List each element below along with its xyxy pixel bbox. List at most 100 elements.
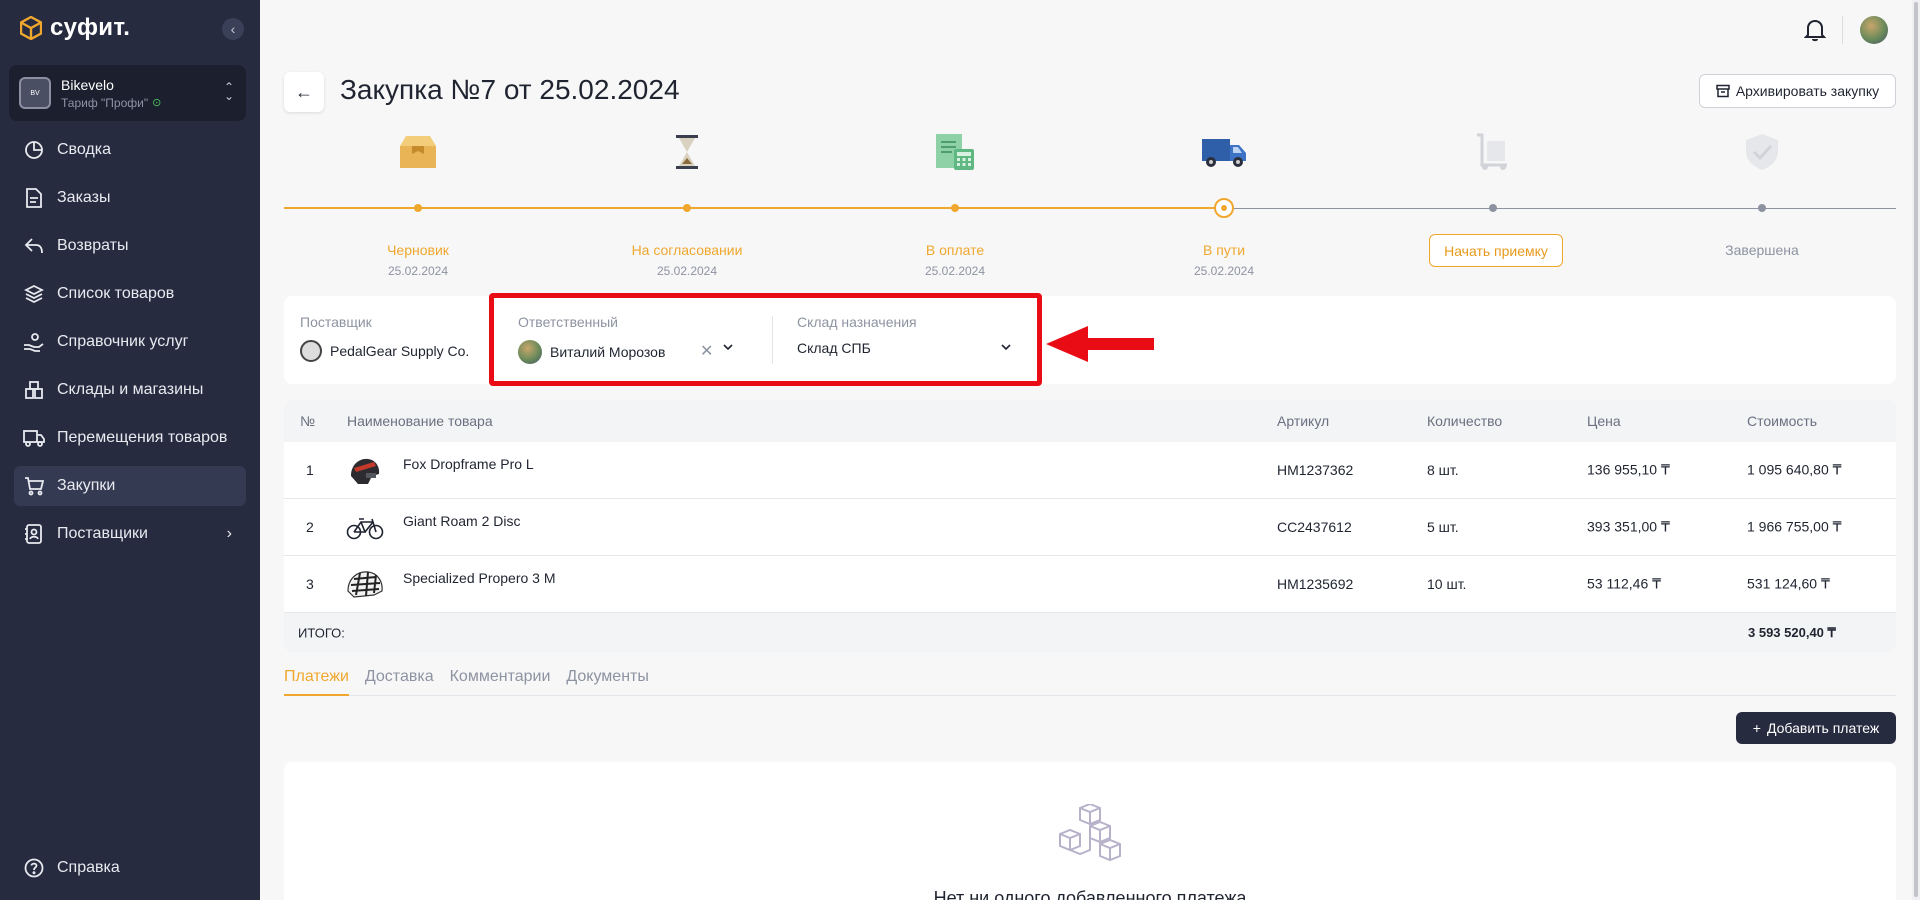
detail-tabs: Платежи Доставка Комментарии Документы: [284, 668, 1896, 696]
scrollbar-thumb[interactable]: [1914, 2, 1918, 897]
status-step-payment: В оплате 25.02.2024: [855, 130, 1055, 278]
sidebar-item-purchases[interactable]: Закупки: [14, 466, 246, 506]
delivery-truck-icon: [1124, 130, 1324, 174]
company-plan: Тариф "Профи": [61, 95, 149, 110]
status-date: 25.02.2024: [1193, 264, 1255, 278]
sidebar-item-orders[interactable]: Заказы: [14, 178, 246, 218]
cardboard-box-icon: [318, 130, 518, 174]
collapse-sidebar-button[interactable]: ‹: [222, 18, 244, 40]
sidebar-item-suppliers[interactable]: Поставщики ›: [14, 514, 246, 554]
contacts-icon: [23, 523, 45, 545]
company-switcher[interactable]: BV Bikevelo Тариф "Профи" ⊙ ⌃ ⌄: [9, 65, 246, 121]
product-thumbnail: [346, 568, 384, 602]
check-circle-icon: ⊙: [152, 97, 162, 109]
archive-button[interactable]: Архивировать закупку: [1699, 74, 1896, 108]
column-header: Стоимость: [1747, 413, 1818, 429]
company-name: Bikevelo: [61, 76, 114, 93]
sidebar-item-summary[interactable]: Сводка: [14, 130, 246, 170]
empty-state-text: Нет ни одного добавленного платежа: [933, 888, 1247, 900]
status-date: 25.02.2024: [656, 264, 718, 278]
product-name[interactable]: Fox Dropframe Pro L: [403, 456, 534, 472]
status-label: В пути: [1202, 242, 1246, 258]
chevron-updown-icon: ⌃ ⌄: [223, 80, 234, 103]
hand-trolley-icon: [1393, 130, 1593, 174]
chevron-right-icon: ›: [226, 525, 232, 542]
product-sku: HM1237362: [1277, 462, 1354, 478]
supplier-value[interactable]: PedalGear Supply Co.: [330, 343, 469, 359]
status-date: 25.02.2024: [924, 264, 986, 278]
column-header: Цена: [1587, 413, 1621, 429]
question-circle-icon: [23, 857, 45, 879]
user-avatar[interactable]: [1860, 16, 1888, 44]
hourglass-icon: [587, 130, 787, 174]
status-label: Завершена: [1725, 242, 1799, 258]
step-dot: [951, 204, 959, 212]
warehouse-icon: [23, 379, 45, 401]
archive-icon: [1716, 84, 1730, 98]
company-logo: BV: [19, 77, 51, 109]
product-qty: 10 шт.: [1427, 576, 1467, 592]
row-number: 2: [306, 519, 314, 535]
step-dot: [414, 204, 422, 212]
sidebar-item-transfers[interactable]: Перемещения товаров: [14, 418, 246, 458]
total-value: 3 593 520,40 ₸: [1748, 625, 1836, 640]
table-row[interactable]: 1 Fox Dropframe Pro L HM1237362 8 шт. 13…: [284, 442, 1896, 499]
sidebar-item-returns[interactable]: Возвраты: [14, 226, 246, 266]
table-row[interactable]: 3 Specialized Propero 3 M HM1235692 10 ш…: [284, 556, 1896, 613]
help-link[interactable]: Справка: [23, 857, 120, 879]
pie-chart-icon: [23, 139, 45, 161]
status-step-completed: Завершена: [1662, 130, 1862, 258]
add-payment-button[interactable]: + Добавить платеж: [1736, 712, 1896, 744]
tab-delivery[interactable]: Доставка: [365, 668, 434, 696]
sidebar-item-label: Возвраты: [57, 237, 129, 254]
sidebar: суфит. ‹ BV Bikevelo Тариф "Профи" ⊙ ⌃ ⌄ …: [0, 0, 260, 900]
supplier-field[interactable]: Поставщик PedalGear Supply Co.: [300, 314, 469, 362]
product-qty: 5 шт.: [1427, 519, 1459, 535]
help-label: Справка: [57, 859, 120, 876]
products-table: № Наименование товара Артикул Количество…: [284, 400, 1896, 652]
table-row[interactable]: 2 Giant Roam 2 Disc CC2437612 5 шт. 393 …: [284, 499, 1896, 556]
product-sku: HM1235692: [1277, 576, 1354, 592]
column-header: Наименование товара: [347, 413, 493, 429]
supplier-label: Поставщик: [300, 314, 372, 330]
back-button[interactable]: ←: [284, 72, 324, 112]
sidebar-item-label: Справочник услуг: [57, 333, 189, 350]
sidebar-item-label: Сводка: [57, 141, 112, 158]
tab-documents[interactable]: Документы: [566, 668, 648, 696]
chevron-left-icon: ‹: [230, 21, 236, 37]
status-tracker: Черновик 25.02.2024 На согласовании 25.0…: [284, 130, 1896, 280]
step-dot: [1489, 204, 1497, 212]
sidebar-item-products[interactable]: Список товаров: [14, 274, 246, 314]
annotation-highlight-box: [489, 293, 1042, 386]
layers-icon: [23, 283, 45, 305]
document-icon: [23, 187, 45, 209]
total-label: ИТОГО:: [298, 625, 345, 641]
product-name[interactable]: Giant Roam 2 Disc: [403, 513, 520, 529]
status-step-in-transit: В пути 25.02.2024: [1124, 130, 1324, 278]
sidebar-item-services[interactable]: Справочник услуг: [14, 322, 246, 362]
start-acceptance-button[interactable]: Начать приемку: [1429, 234, 1563, 267]
bell-icon[interactable]: [1804, 18, 1826, 42]
product-name[interactable]: Specialized Propero 3 M: [403, 570, 556, 586]
tab-comments[interactable]: Комментарии: [450, 668, 551, 696]
status-date: 25.02.2024: [387, 264, 449, 278]
brand-logo[interactable]: суфит.: [20, 14, 130, 42]
cubes-icon: [1059, 804, 1121, 862]
step-dot: [1758, 204, 1766, 212]
tab-payments[interactable]: Платежи: [284, 668, 349, 696]
sidebar-item-label: Закупки: [57, 477, 116, 494]
brand-name: суфит.: [50, 14, 131, 41]
payments-empty-state: Нет ни одного добавленного платежа: [284, 762, 1896, 900]
topbar-divider: [1842, 16, 1843, 44]
table-total-row: ИТОГО: 3 593 520,40 ₸: [284, 613, 1896, 652]
product-price: 136 955,10 ₸: [1587, 461, 1670, 478]
return-arrow-icon: [23, 235, 45, 257]
sidebar-item-warehouses[interactable]: Склады и магазины: [14, 370, 246, 410]
arrow-left-icon: ←: [295, 81, 313, 102]
annotation-arrow-icon: [1046, 326, 1154, 362]
box-logo-icon: [20, 16, 42, 40]
status-label: В оплате: [925, 242, 985, 258]
add-payment-label: Добавить платеж: [1766, 720, 1880, 736]
row-number: 1: [306, 462, 314, 478]
status-step-approval: На согласовании 25.02.2024: [587, 130, 787, 278]
